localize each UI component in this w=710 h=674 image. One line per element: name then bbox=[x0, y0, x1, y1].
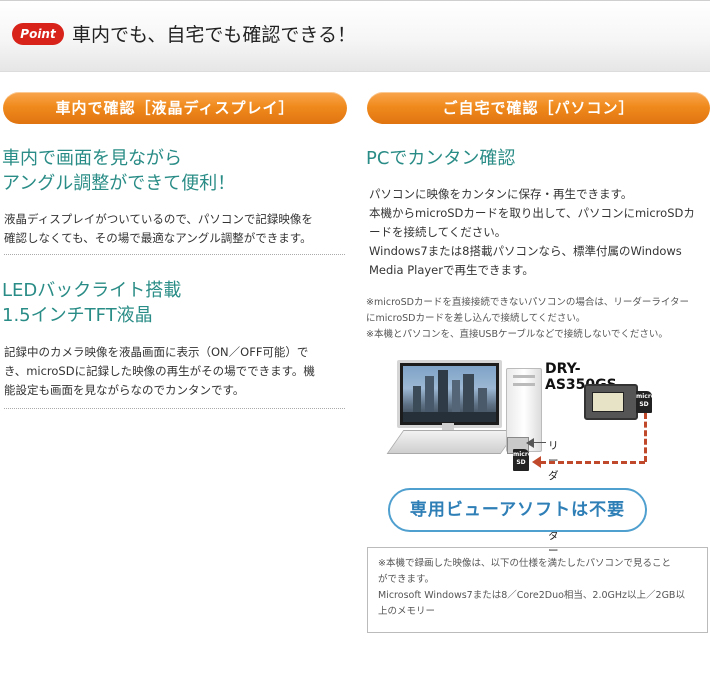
text-line: 確認しなくても、その場で最適なアングル調整ができます。 bbox=[4, 231, 312, 245]
drive-slot bbox=[513, 383, 535, 386]
text-line: ードを接続してください。 bbox=[369, 225, 507, 239]
reader-pointer-line bbox=[534, 442, 546, 443]
note-line: にmicroSDカードを差し込んで接続してください。 bbox=[366, 313, 586, 324]
pc-monitor bbox=[397, 360, 502, 428]
notes: ※microSDカードを直接接続できないパソコンの場合は、リーダーライター にm… bbox=[366, 295, 710, 343]
section-pill-car: 車内で確認［液晶ディスプレイ］ bbox=[3, 92, 347, 124]
heading-led-backlight: LEDバックライト搭載 1.5インチTFT液晶 bbox=[2, 278, 342, 328]
spec-line: ができます。 bbox=[378, 574, 435, 585]
body-led-backlight: 記録中のカメラ映像を液晶画面に表示（ON／OFF可能）で き、microSDに記… bbox=[4, 343, 345, 409]
text-line: パソコンに映像をカンタンに保存・再生できます。 bbox=[369, 187, 633, 201]
text-line: き、microSDに記録した映像の再生がその場でできます。機 bbox=[4, 364, 315, 378]
spec-line: 上のメモリー bbox=[378, 606, 436, 617]
body-angle-adjust: 液晶ディスプレイがついているので、パソコンで記録映像を 確認しなくても、その場で… bbox=[4, 210, 345, 255]
text-line: Media Playerで再生できます。 bbox=[369, 263, 534, 277]
microsd-card-icon: micro SD bbox=[636, 391, 655, 413]
section-pill-pc: ご自宅で確認［パソコン］ bbox=[367, 92, 710, 124]
heading-line: 車内で画面を見ながら bbox=[2, 148, 182, 169]
heading-angle-adjust: 車内で画面を見ながら アングル調整ができて便利！ bbox=[2, 146, 342, 196]
heading-pc-check: PCでカンタン確認 bbox=[366, 148, 516, 169]
arrow-left-icon bbox=[526, 438, 534, 448]
note-line: ※本機とパソコンを、直接USBケーブルなどで接続しないでください。 bbox=[366, 329, 668, 340]
spec-line: Microsoft Windows7または8／Core2Duo相当、2.0GHz… bbox=[378, 590, 685, 601]
no-viewer-software-badge: 専用ビューアソフトは不要 bbox=[388, 488, 647, 532]
heading-line: 1.5インチTFT液晶 bbox=[2, 305, 153, 326]
dashcam-screen bbox=[592, 392, 624, 412]
dashcam-device bbox=[584, 384, 638, 420]
drive-slot bbox=[513, 375, 535, 378]
transfer-path-vertical bbox=[644, 413, 647, 462]
heading-line: アングル調整ができて便利！ bbox=[2, 173, 236, 194]
body-pc-check: パソコンに映像をカンタンに保存・再生できます。 本機からmicroSDカードを取… bbox=[369, 185, 709, 280]
page-header: Point 車内でも、自宅でも確認できる！ bbox=[0, 0, 710, 72]
heading-line: LEDバックライト搭載 bbox=[2, 280, 182, 301]
arrow-icon bbox=[532, 456, 541, 468]
microsd-card-icon: micro SD bbox=[513, 449, 532, 471]
text-line: 記録中のカメラ映像を液晶画面に表示（ON／OFF可能）で bbox=[4, 345, 309, 359]
text-line: Windows7または8搭載パソコンなら、標準付属のWindows bbox=[369, 244, 682, 258]
spec-line: ※本機で録画した映像は、以下の仕様を満たしたパソコンで見ること bbox=[378, 558, 671, 569]
monitor-screen-image bbox=[403, 366, 496, 422]
text-line: 能設定も画面を見ながらなのでカンタンです。 bbox=[4, 383, 245, 397]
text-line: 本機からmicroSDカードを取り出して、パソコンにmicroSDカ bbox=[369, 206, 695, 220]
point-badge: Point bbox=[12, 23, 64, 45]
spec-requirements-box: ※本機で録画した映像は、以下の仕様を満たしたパソコンで見ること ができます。 M… bbox=[367, 547, 708, 633]
text-line: 液晶ディスプレイがついているので、パソコンで記録映像を bbox=[4, 212, 313, 226]
page-title: 車内でも、自宅でも確認できる！ bbox=[72, 24, 357, 46]
keyboard bbox=[386, 430, 518, 454]
note-line: ※microSDカードを直接接続できないパソコンの場合は、リーダーライター bbox=[366, 297, 690, 308]
